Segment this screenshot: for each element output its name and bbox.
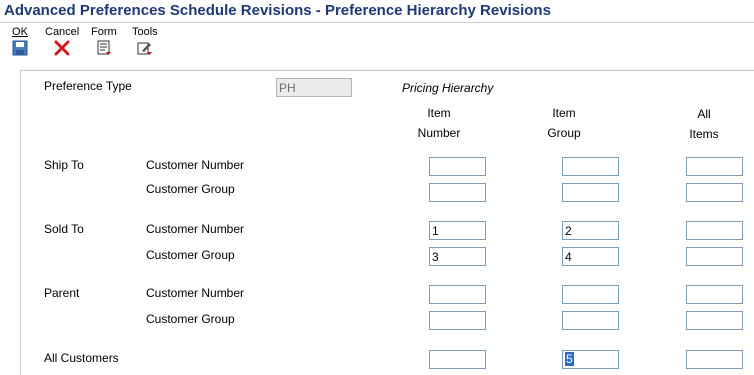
ship-to-customer-number-item-number-field[interactable] [429,157,486,176]
sold-to-customer-group-item-group-field[interactable] [562,247,619,266]
ship-to-customer-number-item-group-field[interactable] [562,157,619,176]
all-customers-item-group-field[interactable]: 5 [562,350,619,369]
sold-to-customer-group-item-number-field[interactable] [429,247,486,266]
toolbar: OK Cancel Form Tools [0,22,754,63]
column-header-item-number: Item Number [414,103,464,143]
window-title: Advanced Preferences Schedule Revisions … [4,2,551,19]
ship-to-customer-number-all-items-field[interactable] [686,157,743,176]
ok-button-label: OK [12,26,28,38]
ship-to-label: Ship To [44,158,84,172]
form-panel [20,70,754,375]
ship-to-customer-group-item-group-field[interactable] [562,183,619,202]
preference-type-description: Pricing Hierarchy [402,81,494,95]
tools-menu-label: Tools [132,26,158,38]
all-customers-label: All Customers [44,351,119,365]
parent-customer-number-item-group-field[interactable] [562,285,619,304]
cancel-button[interactable]: Cancel [45,26,79,56]
tools-menu-button[interactable]: Tools [132,26,158,56]
ship-to-customer-group-item-number-field[interactable] [429,183,486,202]
parent-customer-number-item-number-field[interactable] [429,285,486,304]
column-header-all-items-line1: All [697,107,711,121]
all-customers-item-group-selected-text: 5 [565,352,574,366]
ship-to-customer-group-label: Customer Group [146,182,235,196]
ship-to-customer-group-all-items-field[interactable] [686,183,743,202]
sold-to-customer-number-all-items-field[interactable] [686,221,743,240]
form-menu-label: Form [91,26,117,38]
parent-customer-number-label: Customer Number [146,286,245,300]
column-header-item-group: Item Group [539,103,589,143]
sold-to-customer-number-label: Customer Number [146,222,245,236]
sold-to-customer-number-item-group-field[interactable] [562,221,619,240]
parent-customer-number-all-items-field[interactable] [686,285,743,304]
parent-customer-group-item-group-field[interactable] [562,311,619,330]
column-header-item-group-line2: Group [547,126,581,140]
sold-to-customer-group-all-items-field[interactable] [686,247,743,266]
sold-to-label: Sold To [44,222,84,236]
column-header-item-number-line2: Number [417,126,461,140]
all-customers-all-items-field[interactable] [686,350,743,369]
close-icon [54,40,70,56]
preference-type-label: Preference Type [44,79,132,93]
parent-label: Parent [44,286,80,300]
column-header-item-group-line1: Item [552,106,576,120]
sold-to-customer-group-label: Customer Group [146,248,235,262]
form-menu-button[interactable]: Form [91,26,117,56]
ship-to-customer-number-label: Customer Number [146,158,245,172]
cancel-button-label: Cancel [45,26,80,38]
all-customers-item-number-field[interactable] [429,350,486,369]
parent-customer-group-all-items-field[interactable] [686,311,743,330]
tools-icon [137,42,152,55]
preference-type-field[interactable] [276,78,352,97]
parent-customer-group-label: Customer Group [146,312,235,326]
column-header-all-items-line2: Items [689,127,719,141]
sold-to-customer-number-item-number-field[interactable] [429,221,486,240]
column-header-all-items: All Items [679,104,729,144]
form-icon [97,40,111,55]
ok-button[interactable]: OK [12,26,28,56]
parent-customer-group-item-number-field[interactable] [429,311,486,330]
column-header-item-number-line1: Item [427,106,451,120]
save-icon [12,40,28,56]
